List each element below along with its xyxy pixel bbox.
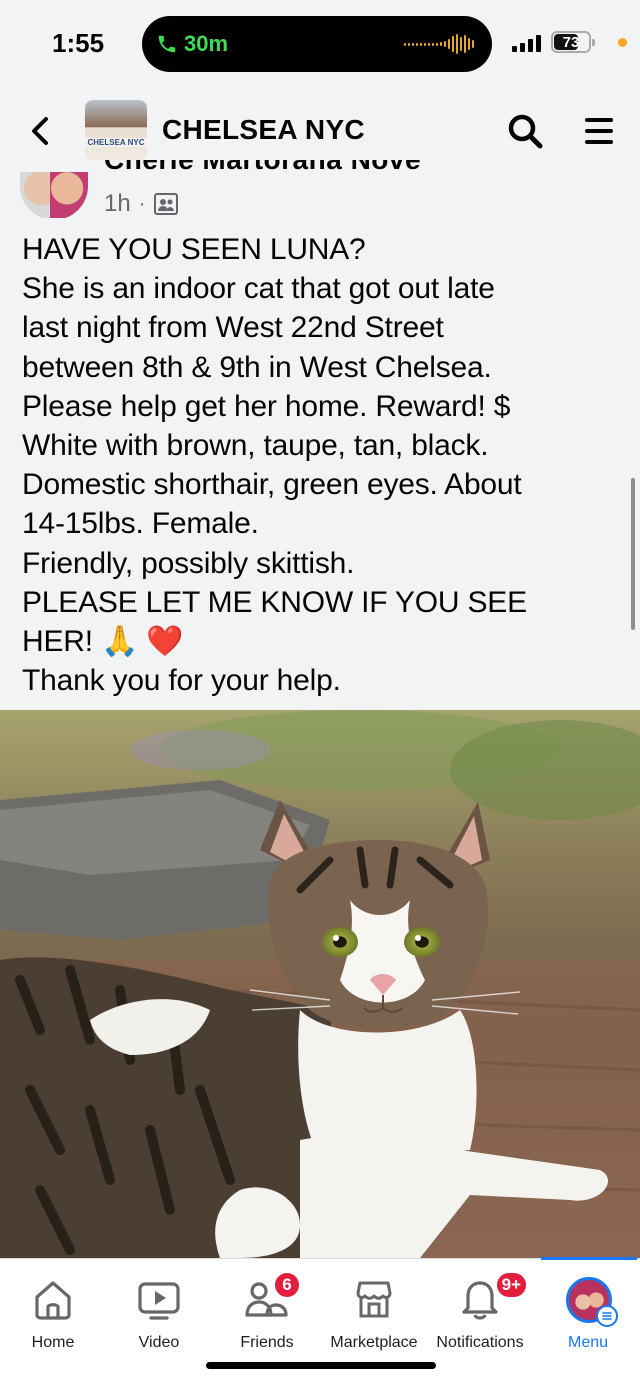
notifications-badge: 9+: [494, 1271, 528, 1299]
battery-percent: 73: [562, 33, 580, 51]
post-time[interactable]: 1h: [104, 190, 131, 218]
group-members-icon: [154, 193, 179, 215]
post-meta: 1h ·: [104, 190, 179, 218]
friends-badge: 6: [273, 1271, 301, 1299]
meta-separator: ·: [138, 192, 146, 215]
video-icon: [138, 1282, 180, 1320]
post-author-avatar[interactable]: [20, 172, 88, 220]
tab-marketplace[interactable]: Marketplace: [322, 1259, 426, 1355]
status-bar: 1:55 30m 73: [0, 0, 640, 88]
call-indicator[interactable]: 30m: [156, 26, 228, 62]
post-line: Please help get her home. Reward! $: [22, 389, 511, 423]
call-duration: 30m: [184, 31, 229, 56]
search-icon[interactable]: [506, 112, 544, 150]
tab-label: Home: [31, 1334, 75, 1351]
privacy-indicator-dot: [618, 38, 627, 47]
post-line: White with brown, taupe, tan, black.: [22, 429, 489, 463]
group-title[interactable]: CHELSEA NYC: [162, 114, 365, 146]
tab-home[interactable]: Home: [22, 1259, 84, 1355]
tab-label: Menu: [567, 1334, 609, 1351]
post-line: She is an indoor cat that got out late: [22, 272, 495, 306]
post-line: HER! 🙏 ❤️: [22, 625, 184, 659]
post-line: Friendly, possibly skittish.: [22, 546, 355, 580]
back-icon[interactable]: [24, 114, 58, 148]
menu-lines-icon: [596, 1305, 618, 1327]
post-line: HAVE YOU SEEN LUNA?: [22, 233, 366, 266]
waveform-icon: [404, 34, 474, 54]
post-line: 14-15lbs. Female.: [22, 507, 259, 541]
tab-label: Friends: [240, 1334, 294, 1351]
tab-friends[interactable]: 6 Friends: [230, 1259, 304, 1355]
post-line: last night from West 22nd Street: [22, 311, 444, 345]
status-time: 1:55: [52, 28, 105, 58]
tab-menu[interactable]: Menu: [560, 1259, 618, 1355]
post-author-name[interactable]: Cherie Martorana Nove: [104, 160, 476, 178]
hamburger-icon[interactable]: [584, 114, 614, 148]
cat-photo[interactable]: [0, 710, 640, 1258]
dynamic-island[interactable]: 30m: [142, 16, 492, 72]
scrollbar[interactable]: [631, 478, 635, 630]
post-line: Domestic shorthair, green eyes. About: [22, 468, 522, 502]
cat-illustration: [0, 710, 640, 1258]
tab-label: Notifications: [436, 1334, 524, 1351]
tab-notifications[interactable]: 9+ Notifications: [428, 1259, 532, 1355]
battery-icon: 73: [551, 31, 595, 53]
group-thumbnail[interactable]: CHELSEA NYC: [85, 100, 147, 160]
post-line: Thank you for your help.: [22, 664, 341, 698]
marketplace-icon: [356, 1281, 392, 1318]
tab-label: Video: [138, 1334, 180, 1351]
home-indicator[interactable]: [206, 1362, 436, 1369]
post-line: PLEASE LET ME KNOW IF YOU SEE: [22, 585, 527, 619]
home-icon: [35, 1281, 71, 1320]
post-line: between 8th & 9th in West Chelsea.: [22, 350, 492, 384]
group-thumb-text: CHELSEA NYC: [85, 138, 147, 147]
cellular-signal-icon: [512, 34, 541, 52]
phone-icon: [158, 35, 176, 53]
post-body[interactable]: HAVE YOU SEEN LUNA? She is an indoor cat…: [22, 230, 632, 700]
tab-label: Marketplace: [330, 1334, 418, 1351]
tab-video[interactable]: Video: [127, 1259, 191, 1355]
